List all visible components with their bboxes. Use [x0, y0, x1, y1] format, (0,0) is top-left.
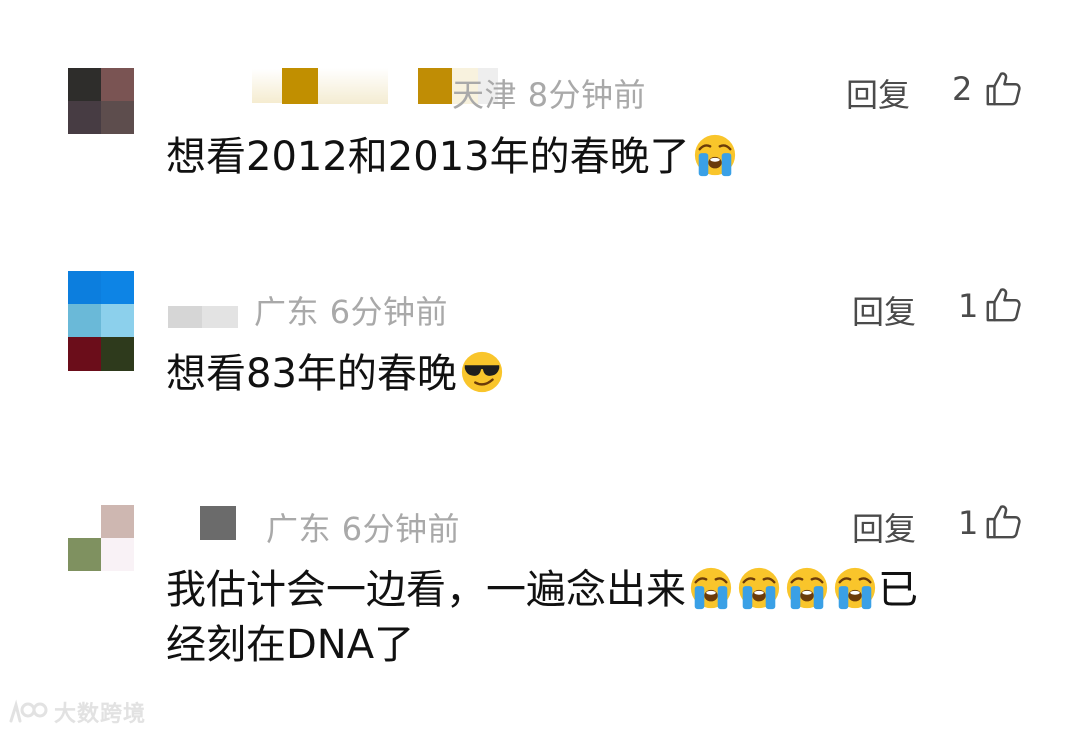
comment-item: 广东 6分钟前 回复 1 我估计会一边看，一遍念出来 已 经刻在DNA了	[0, 460, 1080, 734]
comment-text: 经刻在DNA了	[166, 622, 415, 668]
comment-text: 想看83年的春晚	[166, 351, 457, 397]
time-label: 6分钟前	[329, 293, 449, 331]
username-pixelated[interactable]	[166, 503, 236, 543]
avatar[interactable]	[68, 271, 134, 371]
thumbs-up-icon[interactable]	[984, 70, 1022, 108]
reply-button[interactable]: 回复	[852, 287, 916, 333]
location-label: 广东	[254, 293, 320, 331]
like-count: 2	[952, 70, 973, 108]
reply-button[interactable]: 回复	[852, 504, 916, 550]
location-label: 广东	[266, 510, 332, 548]
like-count: 1	[958, 504, 979, 542]
comment-item: 天津 8分钟前 回复 2 想看2012和2013年的春晚了	[0, 0, 1080, 235]
avatar[interactable]	[68, 505, 134, 571]
loudly-crying-face-icon	[784, 565, 830, 611]
comment-meta: 广东 6分钟前	[266, 504, 460, 550]
reply-button[interactable]: 回复	[846, 70, 910, 116]
comment-content: 想看83年的春晚	[166, 347, 1006, 402]
avatar[interactable]	[68, 68, 134, 134]
comment-line: 经刻在DNA了	[166, 618, 1006, 673]
comment-line: 我估计会一边看，一遍念出来 已	[166, 563, 1006, 618]
comment-content: 我估计会一边看，一遍念出来 已 经刻在DNA了	[166, 563, 1006, 673]
comment-text: 想看2012和2013年的春晚了	[166, 134, 690, 180]
comment-text: 我估计会一边看，一遍念出来	[166, 567, 686, 613]
brand-logo-icon	[9, 699, 48, 723]
loudly-crying-face-icon	[736, 565, 782, 611]
comment-meta: 广东 6分钟前	[254, 287, 448, 333]
thumbs-up-icon[interactable]	[984, 503, 1022, 541]
comment-meta: 天津 8分钟前	[452, 70, 646, 116]
time-label: 8分钟前	[527, 76, 647, 114]
loudly-crying-face-icon	[832, 565, 878, 611]
like-count: 1	[958, 287, 979, 325]
smiling-face-with-sunglasses-icon	[459, 349, 505, 395]
loudly-crying-face-icon	[688, 565, 734, 611]
watermark-text: 大数跨境	[54, 702, 147, 727]
loudly-crying-face-icon	[692, 132, 738, 178]
time-label: 6分钟前	[341, 510, 461, 548]
comment-text-tail: 已	[878, 567, 918, 613]
thumbs-up-icon[interactable]	[984, 286, 1022, 324]
comment-item: 广东 6分钟前 回复 1 想看83年的春晚	[0, 235, 1080, 460]
comment-content: 想看2012和2013年的春晚了	[166, 130, 1006, 185]
watermark: 大数跨境	[8, 696, 146, 728]
location-label: 天津	[452, 76, 518, 114]
username-pixelated[interactable]	[168, 297, 238, 337]
